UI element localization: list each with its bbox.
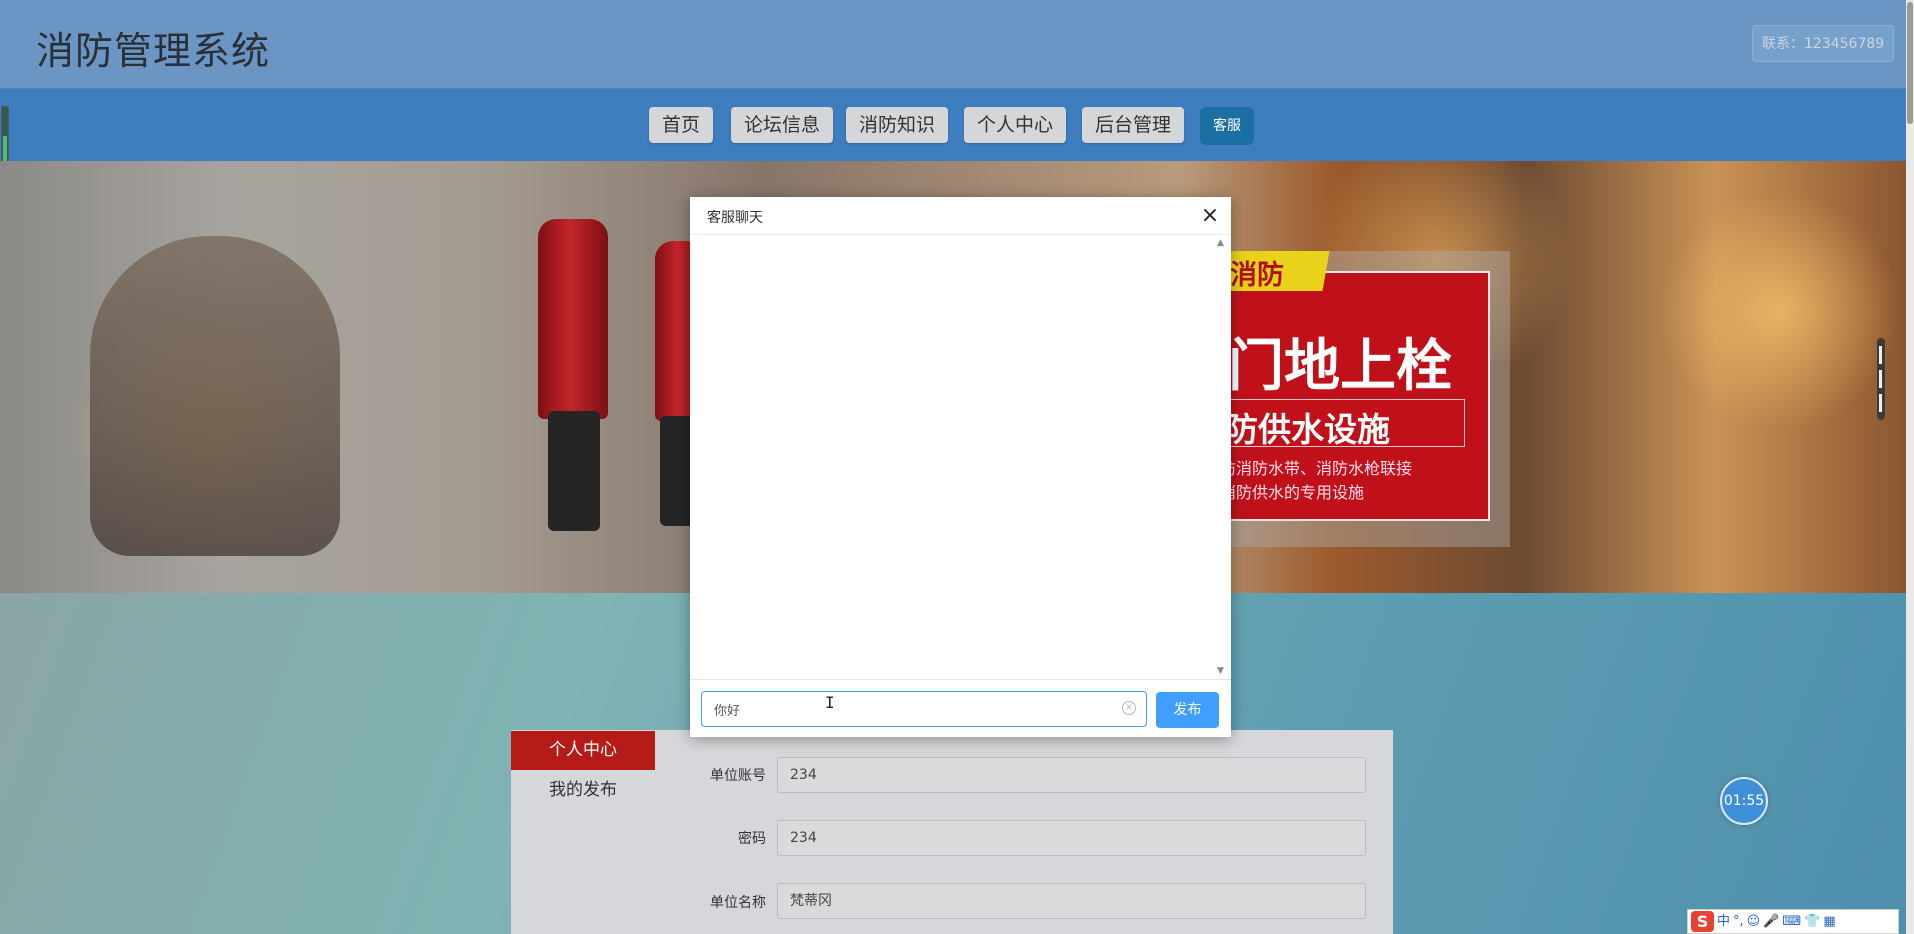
fire-glow	[1650, 181, 1906, 441]
unit-name-label: 单位名称	[710, 895, 766, 911]
scrollbar-thumb[interactable]	[1907, 2, 1913, 124]
poster-description: 防消防水带、消防水枪联接 消防供水的专用设施	[1220, 457, 1412, 505]
chat-dialog: 客服聊天 × ▲ ▼ ✕ 发布	[690, 197, 1231, 737]
password-label: 密码	[738, 831, 766, 847]
account-label: 单位账号	[710, 768, 766, 784]
poster-headline: 门地上栓	[1228, 334, 1452, 399]
divider	[690, 679, 1231, 680]
chat-message-input[interactable]	[714, 699, 1104, 719]
hydrant-graphic	[538, 219, 608, 419]
toolbox-icon[interactable]: ▦	[1823, 911, 1835, 933]
chat-messages-area[interactable]	[690, 235, 1231, 678]
chinese-mode-icon[interactable]: 中	[1717, 911, 1730, 933]
slider-handle[interactable]	[1877, 338, 1885, 420]
close-icon[interactable]: ×	[1198, 204, 1222, 228]
site-title: 消防管理系统	[36, 29, 271, 73]
emoji-icon[interactable]: ☺	[1747, 911, 1761, 933]
chat-input-box[interactable]: ✕	[701, 691, 1147, 727]
poster-line: 防消防水带、消防水枪联接	[1220, 459, 1413, 478]
main-nav: 首页 论坛信息 消防知识 个人中心 后台管理 客服	[0, 89, 1914, 161]
clear-icon[interactable]: ✕	[1122, 701, 1136, 715]
hydrant-base	[548, 411, 600, 531]
unit-name-field[interactable]: 梵蒂冈	[777, 883, 1366, 919]
side-indicator	[1, 106, 9, 166]
nav-home[interactable]: 首页	[649, 107, 714, 143]
poster-subline: 防供水设施	[1225, 410, 1390, 449]
sidebar-item-personal-center[interactable]: 个人中心	[511, 731, 655, 770]
nav-personal-center[interactable]: 个人中心	[964, 107, 1067, 143]
punctuation-icon[interactable]: °,	[1733, 911, 1744, 933]
publish-button[interactable]: 发布	[1156, 692, 1219, 728]
scroll-up-icon[interactable]: ▲	[1217, 238, 1224, 248]
nav-forum[interactable]: 论坛信息	[731, 107, 834, 143]
scroll-down-icon[interactable]: ▼	[1217, 666, 1224, 676]
chat-scrollbar[interactable]: ▲ ▼	[1215, 238, 1227, 676]
text-cursor-icon: I	[825, 693, 835, 712]
dialog-title: 客服聊天	[707, 210, 763, 226]
password-field[interactable]: 234	[777, 820, 1366, 856]
poster-tag-text: 消防	[1230, 260, 1284, 291]
account-field[interactable]: 234	[777, 757, 1366, 793]
header: 消防管理系统 联系：123456789	[0, 0, 1914, 89]
skin-icon[interactable]: 👕	[1804, 911, 1820, 933]
sidebar-item-my-posts[interactable]: 我的发布	[511, 775, 655, 805]
microphone-icon[interactable]: 🎤	[1763, 911, 1779, 933]
timer-badge[interactable]: 01:55	[1720, 777, 1768, 825]
nav-admin[interactable]: 后台管理	[1082, 107, 1185, 143]
ime-toolbar[interactable]: S 中 °, ☺ 🎤 ⌨ 👕 ▦	[1687, 909, 1899, 934]
sogou-logo-icon[interactable]: S	[1691, 911, 1714, 932]
firefighter-figure	[90, 236, 340, 556]
customer-service-button[interactable]: 客服	[1200, 107, 1254, 145]
contact-info: 联系：123456789	[1752, 25, 1895, 62]
page-scrollbar[interactable]	[1906, 0, 1914, 934]
poster-line: 消防供水的专用设施	[1220, 483, 1365, 502]
keyboard-icon[interactable]: ⌨	[1782, 911, 1801, 933]
nav-fire-knowledge[interactable]: 消防知识	[846, 107, 949, 143]
